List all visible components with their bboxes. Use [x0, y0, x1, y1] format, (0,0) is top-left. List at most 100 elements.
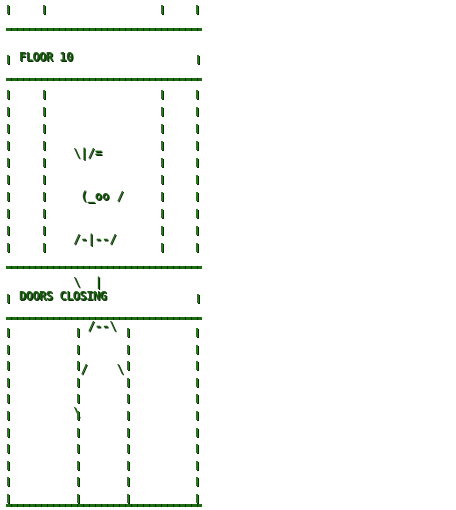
divider-line [6, 317, 202, 320]
figure-line: (_oo / [66, 189, 124, 204]
wall-glyph [7, 175, 9, 184]
wall-glyph [196, 209, 198, 218]
wall-glyph [127, 427, 129, 437]
shaft-row [0, 456, 456, 470]
wall-glyph [196, 175, 198, 184]
wall-glyph [127, 444, 129, 454]
shaft-row [0, 439, 456, 454]
wall-glyph [196, 124, 198, 133]
wall-glyph [43, 124, 45, 133]
wall-glyph [77, 494, 79, 503]
wall-glyph [127, 377, 129, 387]
shaft-row [0, 102, 456, 116]
shaft-row [0, 356, 456, 371]
divider-line [6, 504, 202, 507]
elevator-ascii-display: FLOOR 10 \|/= (_oo / /-|--/ \ | /--\ / \… [0, 0, 456, 510]
doors-label: DOORS CLOSING [19, 289, 107, 303]
wall-glyph [127, 328, 129, 337]
wall-glyph [43, 5, 45, 14]
shaft-row [0, 406, 456, 420]
wall-glyph [7, 328, 9, 337]
banner-right-wall [197, 55, 199, 64]
wall-glyph [43, 90, 45, 99]
shaft-row [0, 373, 456, 387]
figure-line: \|/= [66, 145, 103, 160]
wall-glyph [196, 377, 198, 387]
wall-glyph [196, 192, 198, 201]
divider-line [6, 78, 202, 81]
wall-glyph [196, 411, 198, 420]
wall-glyph [127, 394, 129, 404]
wall-glyph [7, 494, 9, 503]
wall-glyph [43, 226, 45, 235]
figure-line: \ | [66, 275, 103, 290]
wall-glyph [7, 192, 9, 201]
wall-glyph [196, 344, 198, 354]
wall-glyph [161, 209, 163, 218]
wall-glyph [7, 158, 9, 167]
wall-glyph [127, 460, 129, 470]
doors-banner-row: DOORS CLOSING [0, 289, 456, 303]
wall-glyph [196, 158, 198, 167]
wall-glyph [196, 107, 198, 116]
wall-glyph [196, 460, 198, 470]
wall-glyph [43, 209, 45, 218]
wall-glyph [196, 444, 198, 454]
wall-glyph [196, 5, 198, 14]
floor-label: FLOOR 10 [19, 50, 73, 64]
wall-glyph [43, 158, 45, 167]
wall-glyph [7, 361, 9, 371]
wall-glyph [7, 107, 9, 116]
wall-glyph [7, 377, 9, 387]
wall-glyph [161, 158, 163, 167]
figure-line: /-|--/ [66, 232, 117, 247]
wall-glyph [196, 328, 198, 337]
wall-glyph [161, 226, 163, 235]
wall-glyph [43, 192, 45, 201]
wall-glyph [77, 444, 79, 454]
wall-glyph [7, 226, 9, 235]
wall-glyph [77, 377, 79, 387]
wall-glyph [7, 477, 9, 487]
wall-glyph [77, 361, 79, 371]
wall-glyph [196, 90, 198, 99]
wall-glyph [43, 141, 45, 150]
wall-glyph [127, 344, 129, 354]
wall-glyph [77, 344, 79, 354]
wall-glyph [43, 107, 45, 116]
shaft-row [0, 472, 456, 487]
wall-glyph [77, 460, 79, 470]
shaft-row [0, 323, 456, 337]
wall-glyph [77, 411, 79, 420]
shaft-row [0, 389, 456, 404]
wall-glyph [161, 141, 163, 150]
wall-glyph [77, 328, 79, 337]
banner-left-wall [7, 55, 9, 64]
wall-glyph [196, 361, 198, 371]
wall-glyph [161, 5, 163, 14]
wall-glyph [127, 477, 129, 487]
wall-glyph [7, 344, 9, 354]
wall-glyph [161, 90, 163, 99]
shaft-row [0, 340, 456, 354]
wall-glyph [43, 175, 45, 184]
shaft-row [0, 0, 456, 14]
wall-glyph [7, 460, 9, 470]
wall-glyph [7, 141, 9, 150]
wall-glyph [161, 107, 163, 116]
wall-glyph [127, 494, 129, 503]
wall-glyph [7, 243, 9, 252]
wall-glyph [77, 427, 79, 437]
wall-glyph [77, 394, 79, 404]
wall-glyph [7, 394, 9, 404]
banner-right-wall [197, 294, 199, 303]
divider-line [6, 28, 202, 31]
wall-glyph [161, 243, 163, 252]
wall-glyph [161, 175, 163, 184]
wall-glyph [77, 477, 79, 487]
wall-glyph [7, 90, 9, 99]
wall-glyph [196, 394, 198, 404]
wall-glyph [7, 444, 9, 454]
banner-left-wall [7, 294, 9, 303]
wall-glyph [161, 124, 163, 133]
